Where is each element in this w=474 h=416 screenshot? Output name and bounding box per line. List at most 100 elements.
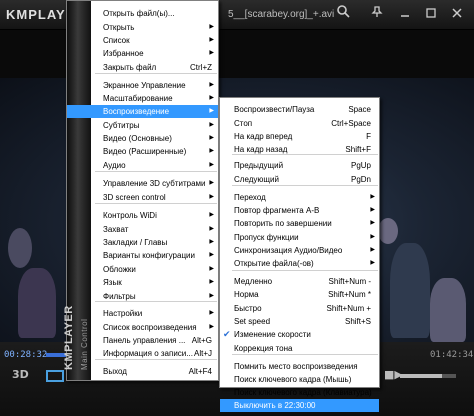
main-menu-item[interactable]: Варианты конфигурации ▶ [67, 249, 218, 262]
submenu-arrow-icon: ▶ [209, 82, 214, 88]
close-icon[interactable] [446, 4, 468, 26]
playback-menu-item[interactable]: Воспроизвести/Пауза Space [220, 103, 379, 116]
main-menu-item[interactable]: Контроль WiDi ▶ [67, 209, 218, 222]
main-menu-item[interactable]: Список воспроизведения ▶ [67, 321, 218, 334]
main-menu-item-label: Выход [103, 367, 127, 376]
search-icon[interactable] [332, 4, 354, 26]
checkmark-icon: ✔ [223, 329, 231, 339]
menu-separator [232, 185, 378, 186]
playback-menu-item-label: Быстро [234, 304, 262, 313]
volume-level [400, 374, 442, 378]
3d-button[interactable]: 3D [12, 368, 29, 381]
playback-menu-item[interactable]: Открытие файла(-ов) ▶ [220, 257, 379, 270]
main-menu-item[interactable]: Панель управления ... Alt+G [67, 334, 218, 347]
main-menu-item[interactable]: Масштабирование ▶ [67, 92, 218, 105]
main-menu-item-label: Варианты конфигурации [103, 251, 195, 260]
screen-icon[interactable] [46, 370, 64, 382]
main-menu-item[interactable]: Список ▶ [67, 34, 218, 47]
main-menu-item[interactable]: Видео (Расширенные) ▶ [67, 145, 218, 158]
main-menu-item[interactable]: Субтитры ▶ [67, 119, 218, 132]
main-menu-item[interactable]: Открыть ▶ [67, 21, 218, 34]
main-menu-item[interactable]: Воспроизведение ▶ [67, 105, 218, 118]
playback-menu-item[interactable]: Помнить место воспроизведения [220, 360, 379, 373]
submenu-arrow-icon: ▶ [370, 207, 375, 213]
main-menu-item-shortcut: Alt+G [191, 336, 212, 345]
menu-separator [95, 171, 217, 172]
main-menu-item[interactable]: Обложки ▶ [67, 263, 218, 276]
submenu-arrow-icon: ▶ [209, 310, 214, 316]
main-menu-item-label: Избранное [103, 49, 144, 58]
main-menu-item[interactable]: Язык ▶ [67, 276, 218, 289]
playback-menu-item[interactable]: На кадр вперед F [220, 130, 379, 143]
playback-menu-item-label: Предыдущий [234, 161, 284, 170]
main-menu-item-label: Открыть файл(ы)... [103, 9, 175, 18]
playback-menu-item-label: Норма [234, 290, 259, 299]
main-menu-item[interactable]: Открыть файл(ы)... [67, 7, 218, 20]
submenu-arrow-icon: ▶ [209, 239, 214, 245]
main-menu-item-label: Захват [103, 225, 129, 234]
main-menu-item-label: Открыть [103, 23, 135, 32]
main-menu-item-shortcut: Alt+F4 [188, 367, 212, 376]
playback-menu-item-shortcut: F [366, 132, 371, 141]
main-menu-item[interactable]: Избранное ▶ [67, 47, 218, 60]
main-menu-item-label: Закладки / Главы [103, 238, 168, 247]
pin-icon[interactable] [366, 4, 388, 26]
main-menu-item[interactable]: Видео (Основные) ▶ [67, 132, 218, 145]
main-menu-item-label: Видео (Расширенные) [103, 147, 187, 156]
main-menu-item-label: Управление 3D субтитрами [103, 179, 206, 188]
volume-slider[interactable] [400, 374, 456, 378]
main-menu-item[interactable]: Закладки / Главы ▶ [67, 236, 218, 249]
playback-menu-item[interactable]: Выключить в 22:30:00 [220, 399, 379, 412]
submenu-arrow-icon: ▶ [209, 37, 214, 43]
submenu-arrow-icon: ▶ [209, 108, 214, 114]
playback-menu-item[interactable]: Медленно Shift+Num - [220, 275, 379, 288]
main-menu-item[interactable]: Настройки ▶ [67, 307, 218, 320]
playback-menu-item[interactable]: Предыдущий PgUp [220, 159, 379, 172]
playback-menu-item-label: Переход [234, 193, 266, 202]
main-menu-item[interactable]: Выход Alt+F4 [67, 365, 218, 378]
playback-menu-item[interactable]: Повтор фрагмента A-B ▶ [220, 204, 379, 217]
playback-menu-item[interactable]: Поиск ключевого кадра (Мышь) [220, 373, 379, 386]
playback-menu-item-label: Открытие файла(-ов) [234, 259, 314, 268]
scene-figure [18, 268, 56, 338]
playback-menu-item-label: Повторить по завершении [234, 219, 332, 228]
minimize-icon[interactable] [394, 4, 416, 26]
playback-menu-item-label: Повтор фрагмента A-B [234, 206, 320, 215]
main-menu-item[interactable]: Экранное Управление ▶ [67, 79, 218, 92]
playback-menu-item[interactable]: Set speed Shift+S [220, 315, 379, 328]
main-menu-item-label: Список воспроизведения [103, 323, 197, 332]
main-menu-item-label: Контроль WiDi [103, 211, 157, 220]
playback-menu-item[interactable]: Поиск ключевого кадра (Клавиатура) [220, 386, 379, 399]
submenu-arrow-icon: ▶ [370, 220, 375, 226]
submenu-arrow-icon: ▶ [209, 252, 214, 258]
menu-separator [95, 359, 217, 360]
submenu-arrow-icon: ▶ [209, 226, 214, 232]
maximize-icon[interactable] [420, 4, 442, 26]
scene-figure [430, 278, 466, 342]
main-menu-item-label: Обложки [103, 265, 136, 274]
main-menu-item-label: Видео (Основные) [103, 134, 172, 143]
main-menu-item[interactable]: Захват ▶ [67, 223, 218, 236]
playback-menu-item-shortcut: Shift+Num + [326, 304, 371, 313]
playback-menu-item-label: Пропуск функции [234, 233, 299, 242]
main-menu-item-label: Язык [103, 278, 122, 287]
playback-menu-item[interactable]: Норма Shift+Num * [220, 288, 379, 301]
submenu-arrow-icon: ▶ [370, 234, 375, 240]
playback-menu-item-label: Поиск ключевого кадра (Клавиатура) [234, 388, 372, 397]
submenu-arrow-icon: ▶ [370, 194, 375, 200]
playback-menu-item[interactable]: Быстро Shift+Num + [220, 302, 379, 315]
playback-menu-item[interactable]: Синхронизация Аудио/Видео ▶ [220, 244, 379, 257]
submenu-arrow-icon: ▶ [209, 148, 214, 154]
submenu-arrow-icon: ▶ [209, 180, 214, 186]
submenu-arrow-icon: ▶ [209, 266, 214, 272]
main-menu-item-label: Экранное Управление [103, 81, 186, 90]
playback-menu-item-label: Set speed [234, 317, 271, 326]
playback-menu-item[interactable]: ✔ Изменение скорости [220, 328, 379, 341]
playback-menu-item[interactable]: Повторить по завершении ▶ [220, 217, 379, 230]
playback-menu-item[interactable]: Стоп Ctrl+Space [220, 117, 379, 130]
playback-menu-item[interactable]: Пропуск функции ▶ [220, 231, 379, 244]
scene-figure [390, 243, 430, 338]
playback-menu-item-shortcut: Shift+S [344, 317, 371, 326]
main-menu-item[interactable]: Управление 3D субтитрами ▶ [67, 177, 218, 190]
playback-menu-item[interactable]: Переход ▶ [220, 191, 379, 204]
